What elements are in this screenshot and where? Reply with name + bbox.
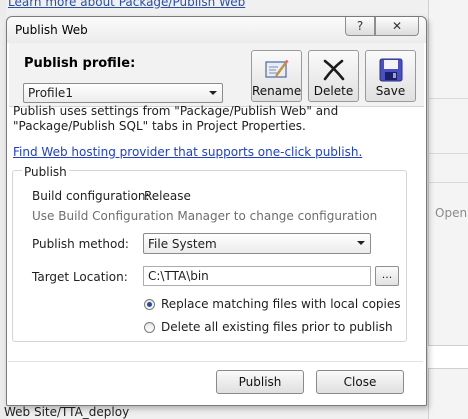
rename-button[interactable]: Rename	[251, 50, 302, 102]
background-learn-more-link[interactable]: Learn more about Package/Publish Web	[8, 0, 245, 9]
publish-group-title: Publish	[22, 165, 69, 179]
dialog-title: Publish Web	[15, 23, 88, 37]
publish-profile-label: Publish profile:	[24, 56, 136, 71]
target-location-value: C:\TTA\bin	[148, 269, 209, 283]
rename-label: Rename	[252, 84, 302, 98]
hosting-provider-link[interactable]: Find Web hosting provider that supports …	[13, 145, 362, 159]
background-divider	[428, 98, 468, 99]
close-button[interactable]: Close	[316, 370, 404, 394]
background-input-strip	[428, 345, 468, 369]
publish-description: Publish uses settings from "Package/Publ…	[13, 104, 339, 133]
rename-icon	[265, 59, 289, 78]
background-divider	[428, 182, 468, 183]
target-location-label: Target Location:	[32, 270, 128, 284]
help-icon: ?	[356, 19, 364, 33]
browse-button[interactable]: ...	[375, 266, 399, 286]
background-divider	[428, 153, 468, 154]
delete-label: Delete	[313, 84, 354, 98]
window-close-button[interactable]: ✕	[375, 17, 419, 36]
publish-profile-select[interactable]: Profile1	[23, 83, 223, 103]
save-button[interactable]: Save	[365, 50, 416, 102]
close-icon: ✕	[391, 19, 403, 33]
floppy-disk-icon	[379, 58, 403, 82]
delete-icon	[323, 59, 345, 81]
background-open-label: Open	[435, 206, 468, 220]
target-location-input[interactable]: C:\TTA\bin	[143, 266, 371, 286]
delete-files-radio[interactable]	[144, 322, 155, 333]
footer-separator	[8, 361, 423, 362]
ellipsis-icon: ...	[381, 268, 393, 281]
chevron-down-icon	[357, 241, 365, 245]
replace-files-label[interactable]: Replace matching files with local copies	[161, 297, 401, 311]
save-label: Save	[375, 84, 406, 98]
publish-profile-value: Profile1	[28, 86, 73, 100]
background-project-path: Web Site/TTA_deploy	[4, 405, 130, 419]
publish-method-label: Publish method:	[32, 237, 129, 251]
build-configuration-hint: Use Build Configuration Manager to chang…	[32, 209, 378, 223]
publish-method-value: File System	[148, 237, 217, 251]
help-button[interactable]: ?	[345, 17, 375, 36]
delete-files-label[interactable]: Delete all existing files prior to publi…	[161, 320, 393, 334]
chevron-down-icon	[209, 91, 217, 95]
publish-method-select[interactable]: File System	[143, 233, 371, 254]
publish-button[interactable]: Publish	[216, 370, 304, 394]
build-configuration-value: Release	[144, 189, 191, 203]
profile-toolbar-area: Publish profile: Profile1 Rename Delete	[9, 43, 424, 107]
delete-button[interactable]: Delete	[308, 50, 359, 102]
replace-files-radio[interactable]	[144, 299, 155, 310]
build-configuration-label: Build configuration:	[32, 189, 150, 203]
